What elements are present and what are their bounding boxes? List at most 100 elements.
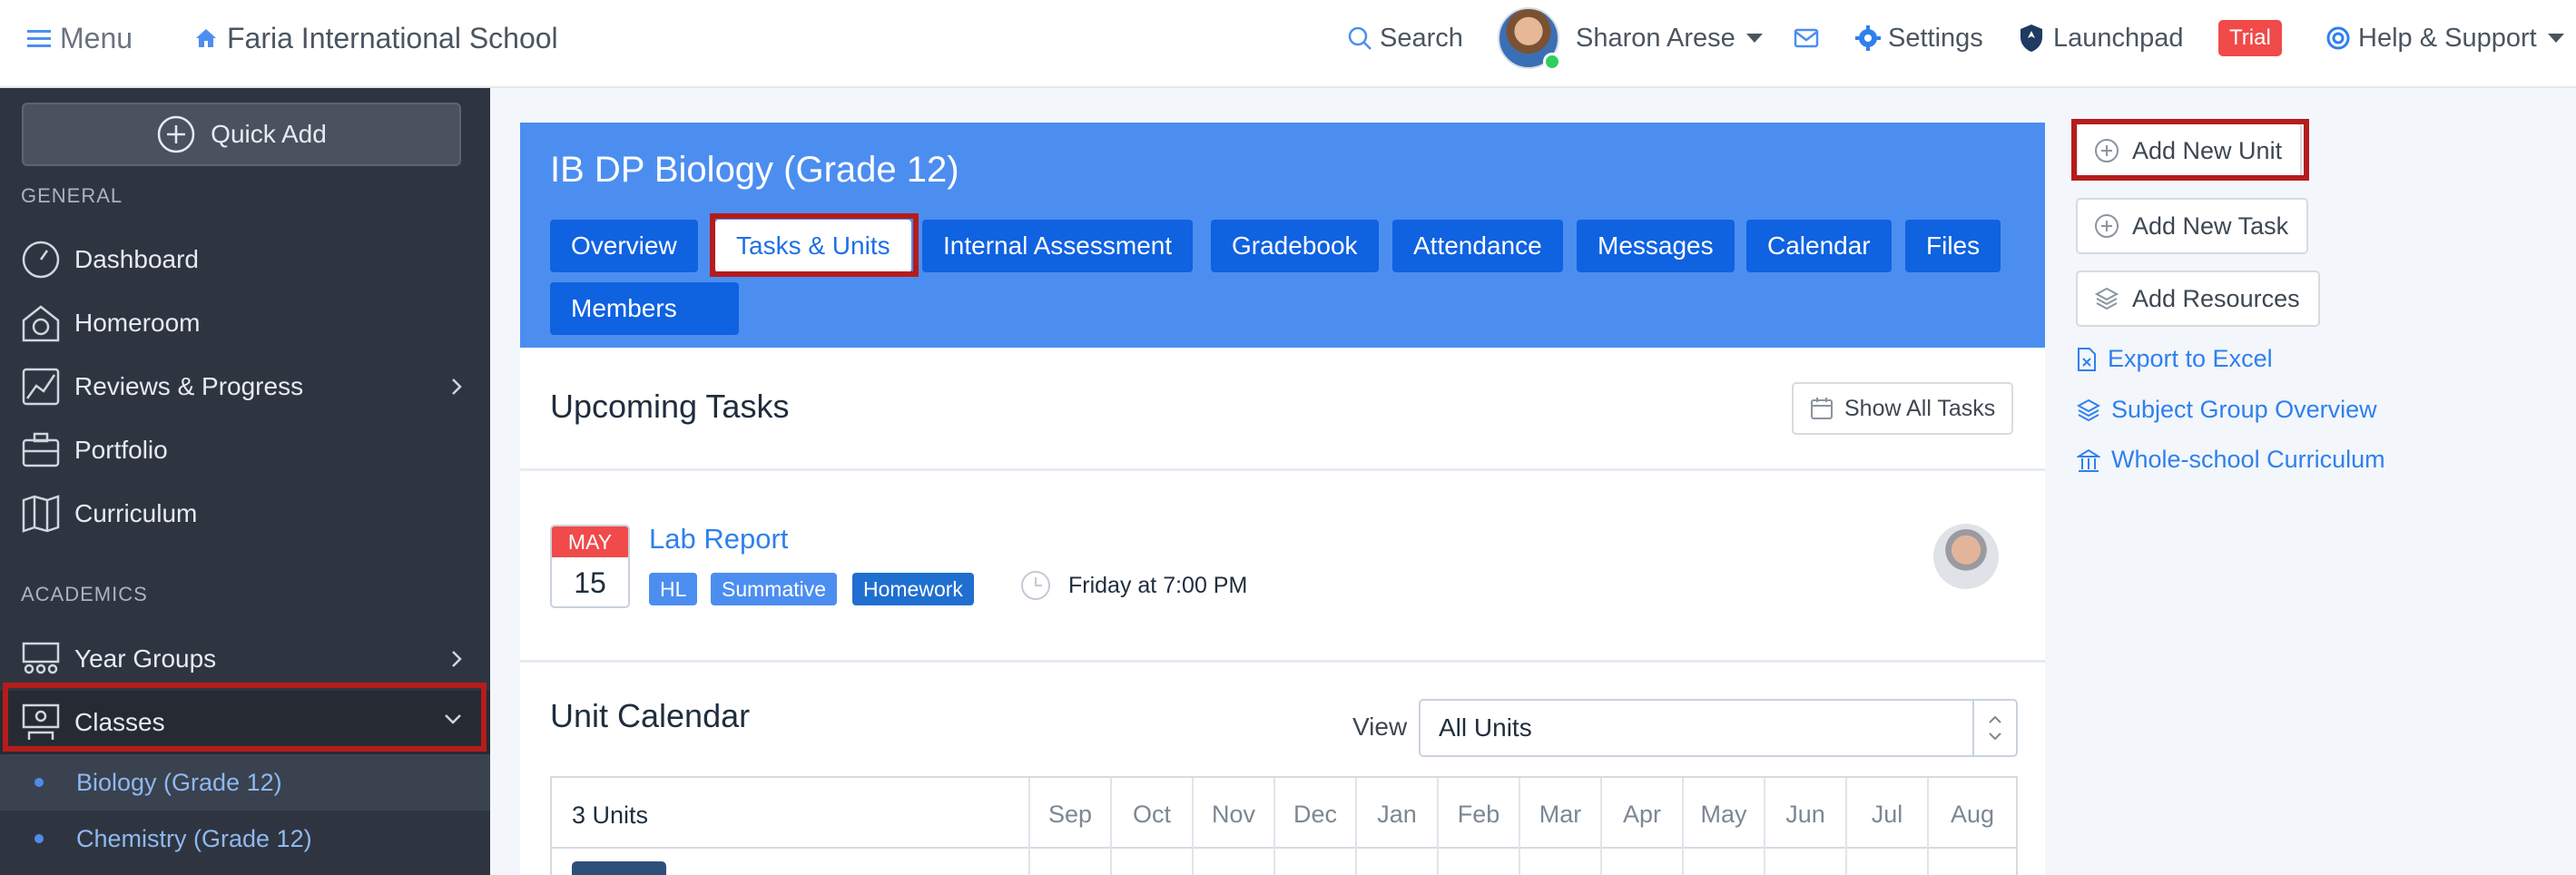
- units-count: 3 Units: [572, 801, 649, 829]
- export-excel-label: Export to Excel: [2108, 345, 2273, 372]
- quick-add-button[interactable]: Quick Add: [22, 103, 461, 166]
- dashboard-icon: [22, 241, 60, 279]
- whole-school-curriculum-label: Whole-school Curriculum: [2111, 446, 2385, 473]
- sidebar-item-label: Portfolio: [74, 436, 168, 464]
- tab-files[interactable]: Files: [1905, 220, 2001, 272]
- tag-summative: Summative: [711, 573, 838, 605]
- plus-circle-icon: [157, 115, 195, 153]
- add-resources-label: Add Resources: [2132, 284, 2300, 312]
- chevron-up-icon: [1989, 715, 2001, 723]
- tab-attendance[interactable]: Attendance: [1392, 220, 1563, 272]
- year-groups-icon: [22, 642, 60, 674]
- trial-label: Trial: [2218, 20, 2282, 56]
- sidebar-subitem-label: Chemistry (Grade 12): [76, 824, 312, 852]
- online-status-dot: [1543, 53, 1561, 71]
- add-new-task-button[interactable]: Add New Task: [2076, 198, 2309, 254]
- chevron-down-icon: [1989, 732, 2001, 741]
- user-avatar[interactable]: [1498, 7, 1561, 71]
- sidebar-item-label: Year Groups: [74, 644, 217, 673]
- tab-calendar[interactable]: Calendar: [1746, 220, 1892, 272]
- month-header: Mar: [1519, 778, 1600, 875]
- menu-label: Menu: [60, 21, 133, 54]
- page-title: IB DP Biology (Grade 12): [550, 150, 959, 190]
- clock-icon: [1021, 571, 1050, 600]
- month-header: May: [1682, 778, 1764, 875]
- upcoming-tasks-title: Upcoming Tasks: [550, 388, 790, 425]
- menu-button[interactable]: Menu: [27, 0, 133, 76]
- sidebar-item-dashboard[interactable]: Dashboard: [0, 228, 490, 291]
- unit-view-value: All Units: [1439, 713, 1532, 742]
- select-stepper[interactable]: [1972, 701, 2016, 755]
- settings-button[interactable]: Settings: [1855, 0, 1983, 76]
- task-title-link[interactable]: Lab Report: [649, 523, 788, 555]
- subject-group-overview-link[interactable]: Subject Group Overview: [2077, 396, 2377, 424]
- sidebar-item-portfolio[interactable]: Portfolio: [0, 418, 490, 482]
- shield-rocket-icon: [2020, 25, 2042, 52]
- sidebar-item-label: Curriculum: [74, 499, 198, 527]
- sidebar-item-homeroom[interactable]: Homeroom: [0, 291, 490, 355]
- hamburger-icon: [27, 30, 51, 47]
- task-due-label: Friday at 7:00 PM: [1068, 572, 1248, 598]
- unit-view-select[interactable]: All Units: [1419, 699, 2018, 757]
- lifebuoy-icon: [2326, 26, 2350, 50]
- month-header: Jul: [1845, 778, 1927, 875]
- add-new-task-label: Add New Task: [2132, 211, 2289, 240]
- gear-icon: [1855, 25, 1881, 51]
- chevron-right-icon: [452, 651, 462, 667]
- tab-members[interactable]: Members: [550, 282, 739, 335]
- unit-calendar-table: 3 Units Sep Oct Nov Dec Jan Feb Mar Apr …: [550, 776, 2018, 875]
- task-day: 15: [574, 566, 606, 599]
- plus-circle-icon: [2095, 214, 2119, 238]
- sidebar-item-label: Dashboard: [74, 245, 199, 273]
- home-icon: [196, 29, 216, 47]
- envelope-icon: [1794, 28, 1819, 48]
- trial-badge[interactable]: Trial: [2218, 0, 2282, 76]
- school-home-link[interactable]: Faria International School: [194, 0, 558, 76]
- month-header: Feb: [1437, 778, 1519, 875]
- sidebar-item-reviews-progress[interactable]: Reviews & Progress: [0, 355, 490, 418]
- sidebar-item-year-groups[interactable]: Year Groups: [0, 627, 490, 691]
- sidebar-item-curriculum[interactable]: Curriculum: [0, 482, 490, 546]
- sidebar-subitem-label: Biology (Grade 12): [76, 768, 282, 796]
- calendar-icon: [1811, 398, 1833, 419]
- tasks-units-highlight-box: [710, 213, 919, 277]
- month-header: Apr: [1600, 778, 1682, 875]
- month-header: Aug: [1927, 778, 2016, 875]
- chevron-right-icon: [452, 379, 462, 395]
- task-month: MAY: [552, 526, 628, 557]
- tab-messages[interactable]: Messages: [1577, 220, 1735, 272]
- sidebar-subitem-biology[interactable]: Biology (Grade 12): [0, 754, 490, 811]
- messages-button[interactable]: [1794, 0, 1819, 76]
- portfolio-icon: [22, 432, 60, 467]
- subject-group-overview-label: Subject Group Overview: [2111, 396, 2377, 423]
- help-label: Help & Support: [2358, 23, 2537, 53]
- tag-hl: HL: [649, 573, 698, 605]
- bullet-dot-icon: [34, 778, 44, 787]
- sidebar-item-label: Reviews & Progress: [74, 372, 304, 400]
- tab-overview[interactable]: Overview: [550, 220, 698, 272]
- user-menu[interactable]: Sharon Arese: [1576, 0, 1763, 76]
- month-header: Sep: [1028, 778, 1110, 875]
- divider: [520, 468, 2045, 471]
- reviews-chart-icon: [22, 368, 60, 406]
- sidebar-subitem-chemistry[interactable]: Chemistry (Grade 12): [0, 811, 490, 867]
- launchpad-button[interactable]: Launchpad: [2019, 0, 2184, 76]
- unit-bar[interactable]: [572, 861, 666, 875]
- month-header: Jan: [1355, 778, 1437, 875]
- add-resources-button[interactable]: Add Resources: [2076, 270, 2320, 327]
- whole-school-curriculum-link[interactable]: Whole-school Curriculum: [2077, 446, 2385, 474]
- homeroom-icon: [22, 305, 60, 342]
- view-label: View: [1352, 713, 1408, 741]
- chevron-down-icon: [2547, 34, 2564, 43]
- unit-calendar-title: Unit Calendar: [550, 697, 751, 734]
- tab-gradebook[interactable]: Gradebook: [1211, 220, 1379, 272]
- show-all-tasks-button[interactable]: Show All Tasks: [1792, 382, 2014, 435]
- tag-homework: Homework: [852, 573, 974, 605]
- tab-internal-assessment[interactable]: Internal Assessment: [922, 220, 1194, 272]
- layers-icon: [2094, 287, 2119, 310]
- help-support-menu[interactable]: Help & Support: [2325, 0, 2564, 76]
- add-new-unit-highlight-box: [2071, 119, 2309, 181]
- search-button[interactable]: Search: [1347, 0, 1463, 76]
- export-excel-link[interactable]: Export to Excel: [2077, 345, 2273, 373]
- settings-label: Settings: [1888, 23, 1983, 53]
